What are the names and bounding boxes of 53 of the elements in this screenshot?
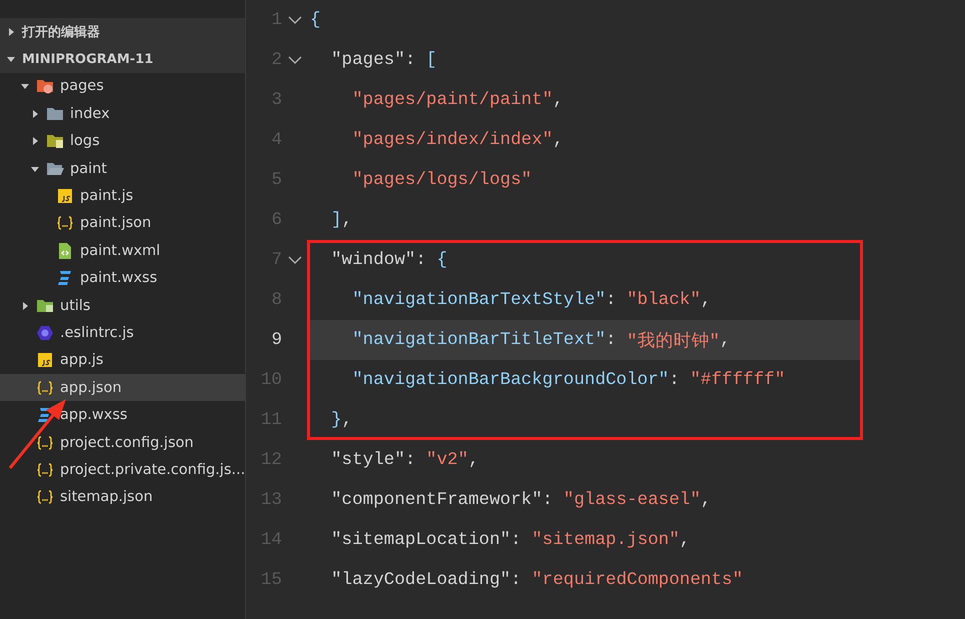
braces-file-icon [56, 214, 74, 232]
code-line: "lazyCodeLoading": "requiredComponents" [330, 569, 744, 592]
file-tree-item[interactable]: sitemap.json [0, 484, 245, 512]
collapsed-caret-icon[interactable] [6, 26, 16, 37]
explorer-section-header[interactable]: MINIPROGRAM-11 [0, 45, 245, 73]
file-tree-item[interactable]: utils [0, 292, 245, 320]
expanded-caret-icon[interactable] [6, 54, 16, 64]
file-tree-item[interactable]: paint.js [0, 182, 245, 210]
file-tree-item[interactable]: project.config.json [0, 428, 245, 456]
fold-chevron-icon[interactable] [288, 255, 302, 265]
code-line: "window": { [307, 240, 863, 280]
code-line: { [309, 9, 322, 32]
code-line: "style": "v2", [330, 449, 480, 472]
code-line: ], [330, 209, 354, 232]
braces-file-icon [36, 460, 54, 479]
braces-file-icon [36, 434, 54, 452]
js-file-icon [56, 187, 74, 206]
file-tree-item[interactable]: paint.json [0, 210, 245, 238]
braces-file-icon [36, 378, 54, 397]
braces-file-icon [36, 488, 54, 506]
collapsed-caret-icon[interactable] [30, 108, 40, 119]
file-tree-item[interactable]: app.json [0, 374, 245, 402]
explorer-section-header[interactable]: 打开的编辑器 [0, 18, 245, 46]
code-line: }, [307, 400, 863, 440]
code-line: "sitemapLocation": "sitemap.json", [330, 529, 692, 552]
code-line: "pages/index/index", [351, 129, 564, 152]
file-tree-item[interactable]: pages [0, 72, 245, 100]
fold-chevron-icon[interactable] [288, 55, 302, 65]
file-tree-item[interactable]: index [0, 100, 245, 128]
code-line: "navigationBarTextStyle": "black", [307, 280, 863, 320]
file-tree-item[interactable]: app.js [0, 346, 245, 374]
file-tree-item[interactable]: project.private.config.js... [0, 456, 245, 484]
file-tree-item[interactable]: logs [0, 128, 245, 155]
code-line: "componentFramework": "glass-easel", [330, 489, 712, 512]
code-file-icon [56, 242, 74, 260]
code-line: "pages/logs/logs" [351, 169, 533, 192]
folder-icon [46, 132, 64, 150]
code-line: "pages": [ [330, 49, 438, 72]
file-tree-item[interactable]: .eslintrc.js [0, 319, 245, 347]
expanded-caret-icon[interactable] [20, 81, 30, 92]
line-number: 9 [270, 330, 282, 350]
collapsed-caret-icon[interactable] [20, 300, 30, 311]
fold-chevron-icon[interactable] [288, 15, 302, 25]
file-tree-item[interactable]: paint.wxss [0, 264, 245, 292]
js-file-icon [36, 351, 54, 370]
folder-icon [36, 77, 54, 96]
collapsed-caret-icon[interactable] [30, 136, 40, 146]
css-file-icon [56, 269, 74, 288]
file-tree-item[interactable]: paint.wxml [0, 237, 245, 265]
file-tree-item[interactable]: paint [0, 154, 245, 182]
code-line: "navigationBarBackgroundColor": "#ffffff" [307, 360, 863, 400]
hexagon-icon [36, 324, 54, 342]
code-line: "pages/paint/paint", [351, 89, 564, 112]
